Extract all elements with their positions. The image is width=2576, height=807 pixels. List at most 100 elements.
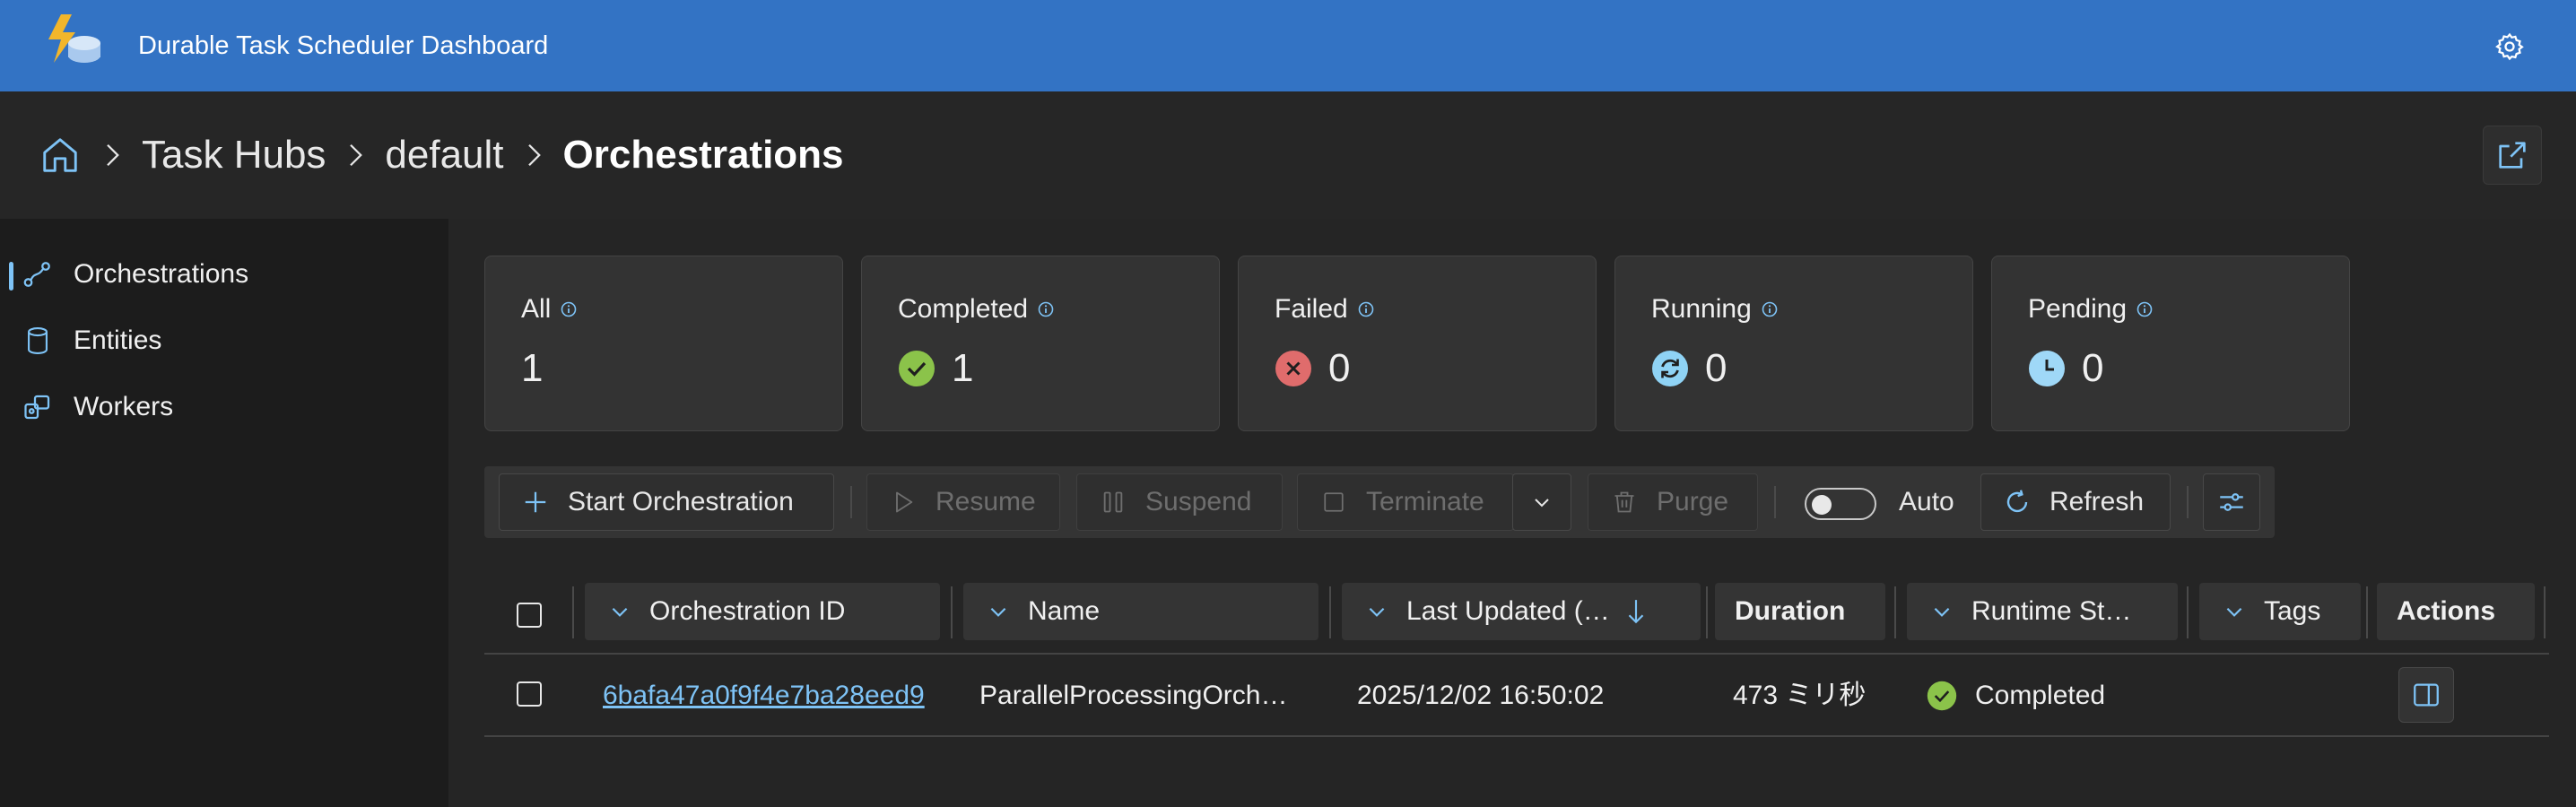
start-orchestration-button[interactable]: Start Orchestration — [499, 473, 834, 531]
chevron-down-icon — [1365, 600, 1388, 623]
orchestration-name: ParallelProcessingOrch… — [979, 681, 1288, 710]
last-updated: 2025/12/02 16:50:02 — [1357, 681, 1605, 710]
card-count-row: 1 — [898, 346, 973, 391]
column-divider — [572, 586, 574, 638]
info-icon[interactable] — [2136, 300, 2154, 318]
database-icon — [20, 323, 56, 359]
stop-icon — [1318, 486, 1350, 518]
summary-card-pending[interactable]: Pending 0 — [1991, 256, 2350, 431]
terminate-options-dropdown[interactable] — [1512, 473, 1571, 531]
chevron-down-icon — [1930, 600, 1954, 623]
start-orchestration-label: Start Orchestration — [568, 487, 794, 516]
workers-icon — [20, 389, 56, 425]
column-header-orchestration-id[interactable]: Orchestration ID — [585, 583, 940, 640]
sort-descending-icon — [1628, 600, 1644, 624]
toolbar-divider — [1774, 486, 1776, 518]
card-title: Completed — [898, 294, 1029, 324]
orchestration-toolbar: Start Orchestration Resume Suspend Termi… — [484, 466, 2275, 538]
column-label: Runtime St… — [1971, 596, 2132, 626]
column-divider — [2544, 586, 2546, 638]
card-count: 0 — [2082, 346, 2104, 390]
orchestrations-icon — [20, 256, 56, 292]
breadcrumb-default[interactable]: default — [385, 133, 503, 178]
summary-card-running[interactable]: Running 0 — [1614, 256, 1973, 431]
info-icon[interactable] — [1761, 300, 1779, 318]
pending-clock-icon — [2029, 351, 2065, 386]
column-settings-button[interactable] — [2203, 473, 2260, 531]
play-icon — [887, 486, 919, 518]
toolbar-divider — [850, 486, 852, 518]
breadcrumb: Task Hubs default Orchestrations — [38, 91, 844, 219]
card-count: 0 — [1705, 346, 1727, 390]
suspend-button[interactable]: Suspend — [1076, 473, 1283, 531]
chevron-right-icon — [90, 133, 135, 178]
breadcrumb-task-hubs[interactable]: Task Hubs — [142, 133, 326, 178]
summary-card-completed[interactable]: Completed 1 — [861, 256, 1220, 431]
home-icon[interactable] — [38, 133, 83, 178]
info-icon[interactable] — [1357, 300, 1375, 318]
status-label: Completed — [1975, 681, 2106, 710]
select-all-checkbox[interactable] — [517, 603, 542, 628]
summary-card-failed[interactable]: Failed 0 — [1238, 256, 1597, 431]
sliders-icon — [2220, 493, 2243, 511]
terminate-button[interactable]: Terminate — [1297, 473, 1514, 531]
app-header: Durable Task Scheduler Dashboard — [0, 0, 2576, 91]
row-select-checkbox[interactable] — [517, 681, 542, 707]
open-details-button[interactable] — [2398, 667, 2454, 723]
trash-icon — [1608, 486, 1640, 518]
refresh-button[interactable]: Refresh — [1980, 473, 2171, 531]
sidebar-item-orchestrations[interactable]: Orchestrations — [0, 247, 448, 301]
card-count-row: 0 — [1651, 346, 1727, 391]
duration: 473 ミリ秒 — [1733, 681, 1867, 710]
refresh-label: Refresh — [2049, 487, 2145, 516]
summary-card-all[interactable]: All 1 — [484, 256, 843, 431]
card-count: 1 — [521, 346, 544, 390]
info-icon[interactable] — [560, 300, 578, 318]
sidebar-item-entities[interactable]: Entities — [0, 314, 448, 368]
card-count-row: 0 — [1275, 346, 1350, 391]
card-title-row: Failed — [1275, 294, 1375, 325]
terminate-label: Terminate — [1366, 487, 1484, 516]
sidebar-item-label: Workers — [74, 392, 174, 421]
settings-gear-icon[interactable] — [2490, 27, 2529, 66]
column-label: Orchestration ID — [649, 596, 846, 626]
card-title: Failed — [1275, 294, 1348, 324]
runtime-status: Completed — [1927, 655, 2105, 737]
table-header: Orchestration ID Name Last Updated (… Du… — [484, 574, 2549, 655]
card-title: Pending — [2028, 294, 2128, 324]
card-title: All — [521, 294, 552, 324]
card-title-row: All — [521, 294, 578, 325]
column-header-last-updated[interactable]: Last Updated (… — [1342, 583, 1701, 640]
table-row[interactable]: 6bafa47a0f9f4e7ba28eed9 ParallelProcessi… — [484, 655, 2549, 737]
column-header-runtime-status[interactable]: Runtime St… — [1907, 583, 2178, 640]
page-title: Orchestrations — [562, 133, 844, 177]
resume-button[interactable]: Resume — [866, 473, 1060, 531]
auto-refresh-label: Auto — [1899, 487, 1954, 516]
column-divider — [2187, 586, 2189, 638]
chevron-down-icon — [987, 600, 1010, 623]
column-divider — [1329, 586, 1331, 638]
completed-check-icon — [1927, 681, 1957, 711]
sidebar-item-label: Orchestrations — [74, 259, 249, 289]
refresh-icon — [2001, 486, 2033, 518]
column-header-tags[interactable]: Tags — [2199, 583, 2361, 640]
column-divider — [1894, 586, 1896, 638]
purge-button[interactable]: Purge — [1588, 473, 1758, 531]
card-count-row: 1 — [521, 346, 543, 391]
column-header-duration[interactable]: Duration — [1715, 583, 1885, 640]
card-count: 0 — [1328, 346, 1351, 390]
column-divider — [1706, 586, 1708, 638]
chevron-down-icon — [1535, 499, 1549, 508]
info-icon[interactable] — [1037, 300, 1055, 318]
share-icon — [2499, 142, 2526, 169]
share-button[interactable] — [2483, 126, 2542, 185]
card-count-row: 0 — [2028, 346, 2103, 391]
auto-refresh-toggle[interactable] — [1805, 488, 1876, 520]
suspend-label: Suspend — [1145, 487, 1252, 516]
orchestration-id-link[interactable]: 6bafa47a0f9f4e7ba28eed9 — [603, 655, 925, 737]
column-header-name[interactable]: Name — [963, 583, 1318, 640]
column-divider — [2366, 586, 2368, 638]
card-title: Running — [1651, 294, 1752, 324]
sidebar-item-workers[interactable]: Workers — [0, 380, 448, 434]
card-title-row: Pending — [2028, 294, 2154, 325]
